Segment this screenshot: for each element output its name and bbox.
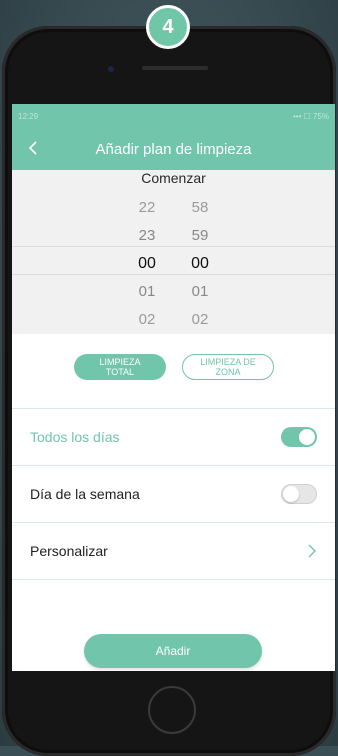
cleaning-mode-row: LIMPIEZA TOTAL LIMPIEZA DE ZONA bbox=[12, 334, 335, 408]
toggle-knob bbox=[299, 429, 315, 445]
zone-cleaning-label-line1: LIMPIEZA DE bbox=[200, 357, 256, 367]
speaker-grille bbox=[142, 66, 208, 70]
minute-column[interactable]: 58 59 00 01 02 bbox=[180, 194, 220, 334]
weekday-label: Día de la semana bbox=[30, 486, 140, 502]
status-time: 12:29 bbox=[18, 111, 39, 121]
chevron-left-icon[interactable] bbox=[26, 140, 42, 156]
every-day-row[interactable]: Todos los días bbox=[12, 408, 335, 466]
picker-selection-top-line bbox=[12, 246, 335, 247]
zone-cleaning-button[interactable]: LIMPIEZA DE ZONA bbox=[182, 354, 274, 380]
hour-option[interactable]: 01 bbox=[127, 278, 167, 306]
page-title: Añadir plan de limpieza bbox=[95, 140, 252, 158]
nav-bar: Añadir plan de limpieza bbox=[12, 128, 335, 170]
minute-option[interactable]: 02 bbox=[180, 306, 220, 334]
chevron-right-icon bbox=[308, 544, 316, 558]
minute-option-selected[interactable]: 00 bbox=[180, 250, 220, 278]
hour-option[interactable]: 02 bbox=[127, 306, 167, 334]
total-cleaning-button[interactable]: LIMPIEZA TOTAL bbox=[74, 354, 166, 380]
step-badge: 4 bbox=[146, 5, 190, 49]
every-day-toggle[interactable] bbox=[281, 427, 317, 447]
add-button[interactable]: Añadir bbox=[84, 634, 262, 668]
picker-selection-bottom-line bbox=[12, 274, 335, 275]
hour-option[interactable]: 23 bbox=[127, 222, 167, 250]
hour-option-selected[interactable]: 00 bbox=[127, 250, 167, 278]
status-indicators: ••• ☐ 75% bbox=[292, 111, 329, 121]
total-cleaning-label-line1: LIMPIEZA bbox=[99, 357, 141, 367]
custom-label: Personalizar bbox=[30, 543, 108, 559]
weekday-toggle[interactable] bbox=[281, 484, 317, 504]
minute-option[interactable]: 58 bbox=[180, 194, 220, 222]
hour-option[interactable]: 22 bbox=[127, 194, 167, 222]
camera-dot bbox=[108, 66, 114, 72]
home-button[interactable] bbox=[148, 686, 196, 734]
minute-option[interactable]: 01 bbox=[180, 278, 220, 306]
app-screen: 12:29 ••• ☐ 75% Añadir plan de limpieza … bbox=[12, 104, 335, 671]
time-picker[interactable]: Comenzar 22 23 00 01 02 58 59 00 01 02 bbox=[12, 170, 335, 334]
every-day-label: Todos los días bbox=[30, 429, 120, 445]
hour-column[interactable]: 22 23 00 01 02 bbox=[127, 194, 167, 334]
toggle-knob bbox=[283, 486, 299, 502]
zone-cleaning-label-line2: ZONA bbox=[215, 367, 241, 377]
weekday-row[interactable]: Día de la semana bbox=[12, 466, 335, 523]
minute-option[interactable]: 59 bbox=[180, 222, 220, 250]
custom-row[interactable]: Personalizar bbox=[12, 523, 335, 580]
total-cleaning-label-line2: TOTAL bbox=[105, 367, 135, 377]
status-bar: 12:29 ••• ☐ 75% bbox=[12, 104, 335, 128]
picker-title: Comenzar bbox=[141, 170, 206, 186]
